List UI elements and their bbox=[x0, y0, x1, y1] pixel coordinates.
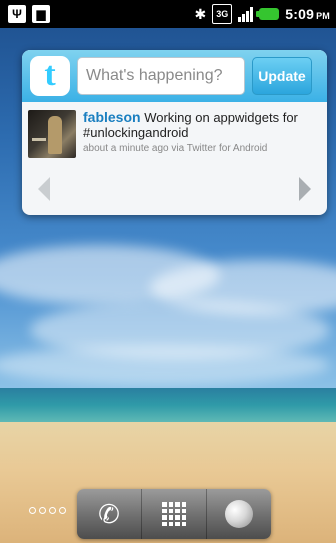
tweet-username[interactable]: fableson bbox=[83, 109, 141, 125]
previous-arrow-icon[interactable] bbox=[38, 177, 50, 201]
clock-ampm: PM bbox=[316, 11, 330, 21]
tweet-content: fableson Working on appwidgets for #unlo… bbox=[83, 109, 321, 141]
compose-input[interactable]: What's happening? bbox=[77, 57, 245, 95]
twitter-widget[interactable]: t What's happening? Update fableson Work… bbox=[22, 50, 327, 215]
compose-placeholder: What's happening? bbox=[86, 67, 223, 84]
battery-icon bbox=[256, 8, 280, 20]
phone-icon: ✆ bbox=[98, 498, 120, 529]
dock: ✆ bbox=[77, 489, 271, 539]
bluetooth-icon: ✱ bbox=[194, 5, 207, 22]
clock: 5:09 PM bbox=[285, 6, 330, 22]
browser-icon bbox=[225, 500, 253, 528]
sd-card-icon: ▆ bbox=[32, 5, 50, 23]
tweet-item[interactable]: fableson Working on appwidgets for #unlo… bbox=[22, 102, 327, 158]
update-button[interactable]: Update bbox=[252, 57, 312, 95]
usb-icon: Ψ bbox=[8, 5, 26, 23]
next-arrow-icon[interactable] bbox=[299, 177, 311, 201]
tweet-meta: about a minute ago via Twitter for Andro… bbox=[83, 143, 268, 154]
home-page-indicator[interactable] bbox=[29, 507, 66, 514]
phone-button[interactable]: ✆ bbox=[77, 489, 142, 539]
app-launcher-button[interactable] bbox=[142, 489, 207, 539]
wallpaper-sea bbox=[0, 388, 336, 422]
twitter-logo-icon[interactable]: t bbox=[30, 56, 70, 96]
signal-strength-icon bbox=[238, 6, 254, 22]
browser-button[interactable] bbox=[207, 489, 271, 539]
status-bar[interactable]: Ψ ▆ ✱ 3G 5:09 PM bbox=[0, 0, 336, 28]
avatar[interactable] bbox=[28, 110, 76, 158]
twitter-logo-glyph: t bbox=[44, 55, 56, 93]
widget-header: t What's happening? Update bbox=[22, 50, 327, 102]
app-launcher-icon bbox=[162, 502, 186, 526]
clock-time: 5:09 bbox=[285, 6, 315, 22]
network-3g-icon: 3G bbox=[212, 4, 233, 24]
